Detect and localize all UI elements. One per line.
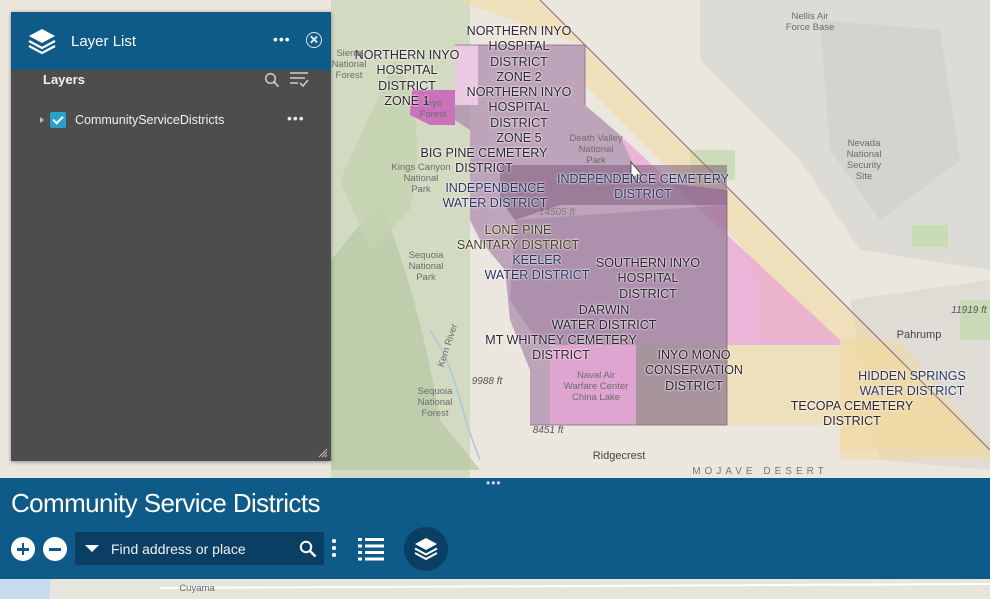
panel-close-button[interactable]: [306, 32, 322, 48]
search-source-dropdown[interactable]: [85, 545, 99, 552]
layer-list-button[interactable]: [404, 527, 448, 571]
search-widget: [75, 532, 324, 565]
search-input[interactable]: [111, 537, 291, 560]
zoom-out-icon: [49, 548, 61, 551]
layer-visibility-checkbox[interactable]: [50, 112, 66, 128]
zoom-out-button[interactable]: [43, 537, 67, 561]
search-icon[interactable]: [264, 72, 280, 88]
app-title: Community Service Districts: [11, 488, 320, 518]
resize-handle-icon[interactable]: [318, 448, 328, 458]
layers-icon: [28, 29, 56, 55]
zoom-in-button[interactable]: [11, 537, 35, 561]
expand-caret-icon[interactable]: [40, 117, 44, 123]
panel-header: Layer List •••: [11, 12, 331, 70]
legend-icon[interactable]: [357, 536, 385, 562]
filter-icon[interactable]: [289, 70, 309, 88]
layers-heading: Layers: [43, 72, 85, 87]
panel-more-options-button[interactable]: •••: [273, 31, 291, 47]
layer-list-panel: Layer List ••• Layers CommunityServiceDi…: [11, 12, 331, 461]
layer-more-options-button[interactable]: •••: [287, 110, 305, 126]
layer-row: CommunityServiceDistricts •••: [37, 110, 317, 132]
drag-handle[interactable]: •••: [486, 477, 502, 489]
layer-name[interactable]: CommunityServiceDistricts: [75, 113, 224, 127]
panel-title: Layer List: [71, 33, 137, 50]
more-tools-button[interactable]: [331, 539, 337, 559]
bottom-toolbar: ••• Community Service Districts: [0, 477, 990, 579]
layers-icon: [414, 538, 438, 561]
search-icon[interactable]: [299, 540, 317, 558]
